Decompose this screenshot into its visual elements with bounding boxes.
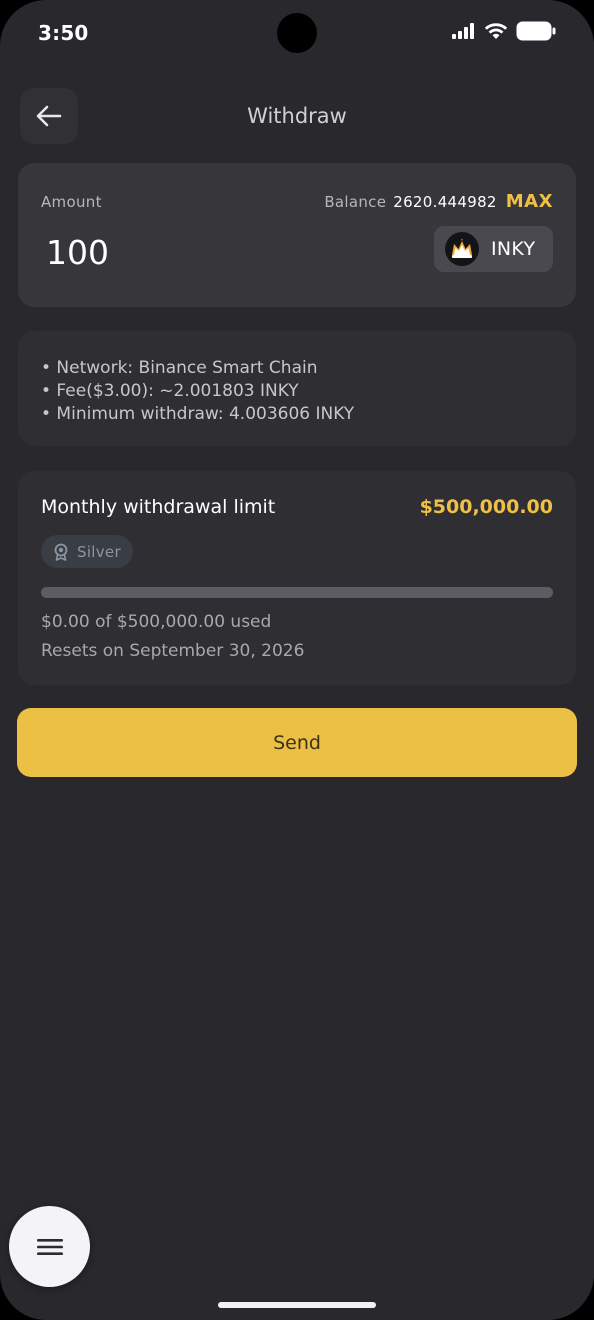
token-selector[interactable]: INKY bbox=[434, 226, 553, 272]
token-name: INKY bbox=[491, 238, 536, 260]
menu-button[interactable] bbox=[9, 1206, 90, 1287]
limit-usage-text: $0.00 of $500,000.00 used bbox=[41, 612, 272, 632]
balance-row: Balance 2620.444982 MAX bbox=[324, 191, 553, 212]
max-button[interactable]: MAX bbox=[506, 191, 553, 212]
camera-cutout bbox=[277, 13, 317, 53]
network-info-card: • Network: Binance Smart Chain • Fee($3.… bbox=[18, 331, 576, 446]
limit-amount: $500,000.00 bbox=[419, 496, 553, 518]
medal-icon bbox=[54, 543, 68, 561]
phone-screen: 3:50 Withdraw Amount Balance 2620.444982… bbox=[0, 0, 594, 1320]
send-button[interactable]: Send bbox=[17, 708, 577, 777]
wifi-icon bbox=[484, 23, 508, 39]
token-logo-icon bbox=[445, 232, 479, 266]
network-info-line: • Network: Binance Smart Chain bbox=[41, 358, 318, 378]
tier-label: Silver bbox=[77, 542, 121, 561]
balance-label: Balance bbox=[324, 193, 387, 211]
tier-badge: Silver bbox=[41, 535, 133, 568]
page-header: Withdraw bbox=[0, 88, 594, 146]
fee-info-line: • Fee($3.00): ~2.001803 INKY bbox=[41, 381, 299, 401]
limit-reset-text: Resets on September 30, 2026 bbox=[41, 641, 305, 661]
withdrawal-limit-card: Monthly withdrawal limit $500,000.00 Sil… bbox=[18, 471, 576, 685]
limit-progress-bar bbox=[41, 587, 553, 598]
amount-card: Amount Balance 2620.444982 MAX INKY bbox=[18, 163, 576, 307]
home-indicator[interactable] bbox=[218, 1302, 376, 1308]
signal-icon bbox=[452, 23, 474, 39]
amount-input[interactable] bbox=[46, 229, 346, 275]
balance-value: 2620.444982 bbox=[393, 193, 497, 211]
battery-icon bbox=[516, 21, 556, 41]
hamburger-menu-icon bbox=[36, 1238, 63, 1255]
limit-title: Monthly withdrawal limit bbox=[41, 496, 276, 518]
status-icons bbox=[452, 21, 556, 41]
status-time: 3:50 bbox=[38, 21, 89, 45]
amount-label: Amount bbox=[41, 193, 102, 211]
status-bar: 3:50 bbox=[0, 0, 594, 64]
minimum-withdraw-line: • Minimum withdraw: 4.003606 INKY bbox=[41, 404, 355, 424]
page-title: Withdraw bbox=[247, 104, 347, 128]
